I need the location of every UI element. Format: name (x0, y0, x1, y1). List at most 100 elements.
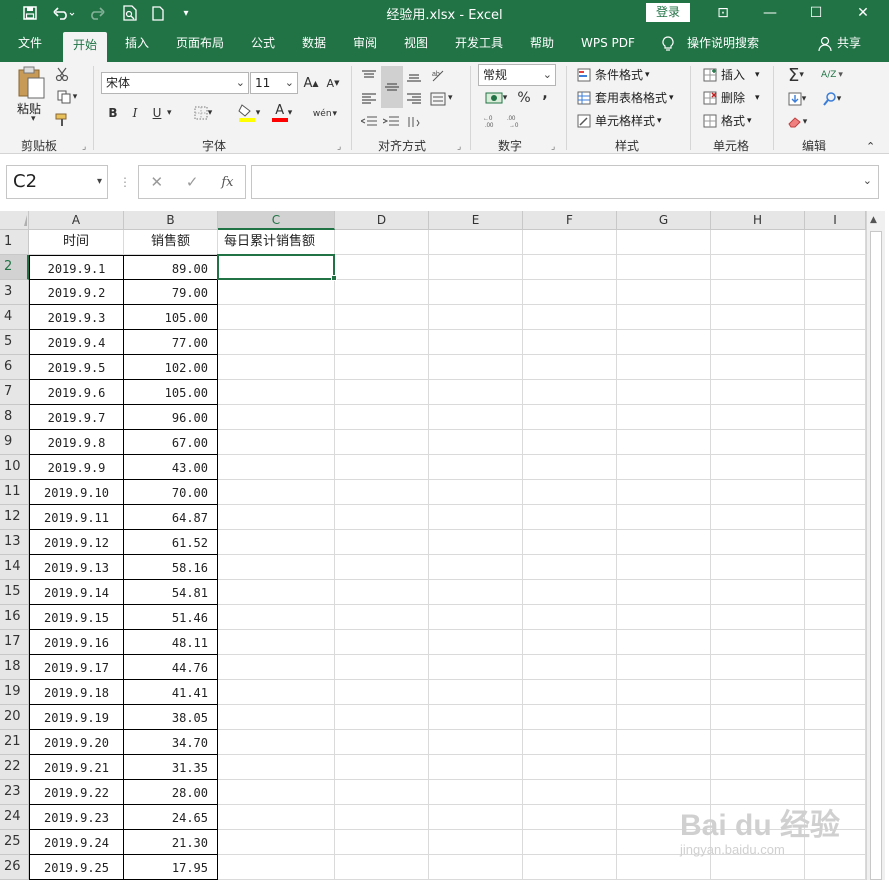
cell-styles-button[interactable]: 单元格样式 ▾ (576, 112, 662, 129)
font-size-select[interactable]: 11 ⌄ (250, 72, 298, 94)
cell[interactable] (335, 630, 429, 655)
cell[interactable] (335, 480, 429, 505)
row-header[interactable]: 1 (0, 230, 29, 255)
row-header[interactable]: 13 (0, 530, 29, 555)
share-button[interactable]: 共享 (837, 26, 861, 62)
find-select-icon[interactable]: ▾ (818, 89, 846, 109)
row-header[interactable]: 21 (0, 730, 29, 755)
cell[interactable] (429, 355, 523, 380)
cell[interactable] (617, 355, 711, 380)
cell[interactable] (523, 455, 617, 480)
format-as-table-button[interactable]: 套用表格格式 ▾ (576, 89, 674, 106)
tab-file[interactable]: 文件 (18, 26, 42, 62)
column-header-i[interactable]: I (805, 211, 866, 230)
row-header[interactable]: 24 (0, 805, 29, 830)
close-button[interactable]: ✕ (848, 2, 878, 24)
clear-icon[interactable]: ▾ (783, 112, 811, 132)
format-cells-button[interactable]: 格式 ▾ (702, 112, 752, 129)
cell[interactable] (805, 580, 866, 605)
cell[interactable] (523, 505, 617, 530)
row-header[interactable]: 9 (0, 430, 29, 455)
cell[interactable] (218, 680, 335, 705)
cell[interactable] (617, 680, 711, 705)
date-cell[interactable]: 2019.9.12 (29, 530, 124, 555)
align-top-icon[interactable] (359, 66, 379, 86)
sales-cell[interactable]: 54.81 (124, 580, 218, 605)
cell[interactable] (335, 380, 429, 405)
cell[interactable] (711, 430, 805, 455)
sales-cell[interactable]: 96.00 (124, 405, 218, 430)
cell[interactable] (805, 280, 866, 305)
row-header[interactable]: 6 (0, 355, 29, 380)
cell[interactable] (523, 780, 617, 805)
row-header[interactable]: 5 (0, 330, 29, 355)
tell-me-search[interactable]: 操作说明搜索 (687, 26, 759, 62)
date-cell[interactable]: 2019.9.19 (29, 705, 124, 730)
expand-formula-icon[interactable]: ⌄ (863, 174, 872, 187)
date-cell[interactable]: 2019.9.17 (29, 655, 124, 680)
cell[interactable] (711, 705, 805, 730)
cell[interactable] (429, 830, 523, 855)
paste-icon[interactable] (16, 66, 46, 100)
scroll-up-icon[interactable]: ▲ (870, 215, 877, 225)
sort-filter-icon[interactable]: A/Z ▾ (817, 64, 847, 86)
cell[interactable] (523, 330, 617, 355)
date-cell[interactable]: 2019.9.23 (29, 805, 124, 830)
cell[interactable] (429, 805, 523, 830)
column-header-h[interactable]: H (711, 211, 805, 230)
date-cell[interactable]: 2019.9.2 (29, 280, 124, 305)
wrap-text-icon[interactable] (428, 89, 448, 109)
align-bottom-icon[interactable] (404, 66, 424, 86)
number-format-select[interactable]: 常规 ⌄ (478, 64, 556, 86)
cell[interactable] (429, 730, 523, 755)
cell[interactable] (805, 305, 866, 330)
cell[interactable] (335, 580, 429, 605)
cell[interactable] (711, 755, 805, 780)
cell[interactable] (805, 380, 866, 405)
cell[interactable] (335, 330, 429, 355)
lightbulb-icon[interactable] (662, 26, 678, 62)
cell[interactable] (335, 780, 429, 805)
cell[interactable] (335, 730, 429, 755)
header-cell-cumulative[interactable]: 每日累计销售额 (218, 230, 335, 255)
sales-cell[interactable]: 21.30 (124, 830, 218, 855)
font-color-icon[interactable]: A ▾ (267, 102, 297, 124)
cell[interactable] (523, 580, 617, 605)
cell[interactable] (805, 230, 866, 255)
align-middle-icon[interactable] (381, 66, 403, 108)
ribbon-display-icon[interactable]: ⊡ (708, 2, 738, 24)
cut-icon[interactable] (54, 66, 70, 82)
row-header[interactable]: 18 (0, 655, 29, 680)
column-header-a[interactable]: A (29, 211, 124, 230)
cell[interactable] (523, 630, 617, 655)
cell[interactable] (429, 855, 523, 880)
date-cell[interactable]: 2019.9.5 (29, 355, 124, 380)
name-box[interactable]: C2 ▾ (6, 165, 108, 199)
cell[interactable] (711, 680, 805, 705)
cell[interactable] (523, 555, 617, 580)
row-header[interactable]: 10 (0, 455, 29, 480)
insert-cells-button[interactable]: 插入 ▾ (702, 66, 760, 83)
row-header[interactable]: 12 (0, 505, 29, 530)
row-header[interactable]: 7 (0, 380, 29, 405)
cell[interactable] (218, 830, 335, 855)
cell[interactable] (218, 305, 335, 330)
column-header-f[interactable]: F (523, 211, 617, 230)
fill-icon[interactable]: ▾ (783, 89, 811, 109)
cell[interactable] (523, 355, 617, 380)
cell[interactable] (335, 305, 429, 330)
date-cell[interactable]: 2019.9.3 (29, 305, 124, 330)
date-cell[interactable]: 2019.9.20 (29, 730, 124, 755)
header-cell-time[interactable]: 时间 (29, 230, 124, 255)
tab-help[interactable]: 帮助 (530, 26, 554, 62)
date-cell[interactable]: 2019.9.11 (29, 505, 124, 530)
sales-cell[interactable]: 43.00 (124, 455, 218, 480)
cell[interactable] (805, 730, 866, 755)
sales-cell[interactable]: 51.46 (124, 605, 218, 630)
cell[interactable] (805, 255, 866, 280)
underline-dropdown-icon[interactable]: ▾ (167, 108, 172, 118)
cell[interactable] (429, 430, 523, 455)
cell[interactable] (523, 705, 617, 730)
cell[interactable] (617, 755, 711, 780)
cell[interactable] (711, 480, 805, 505)
